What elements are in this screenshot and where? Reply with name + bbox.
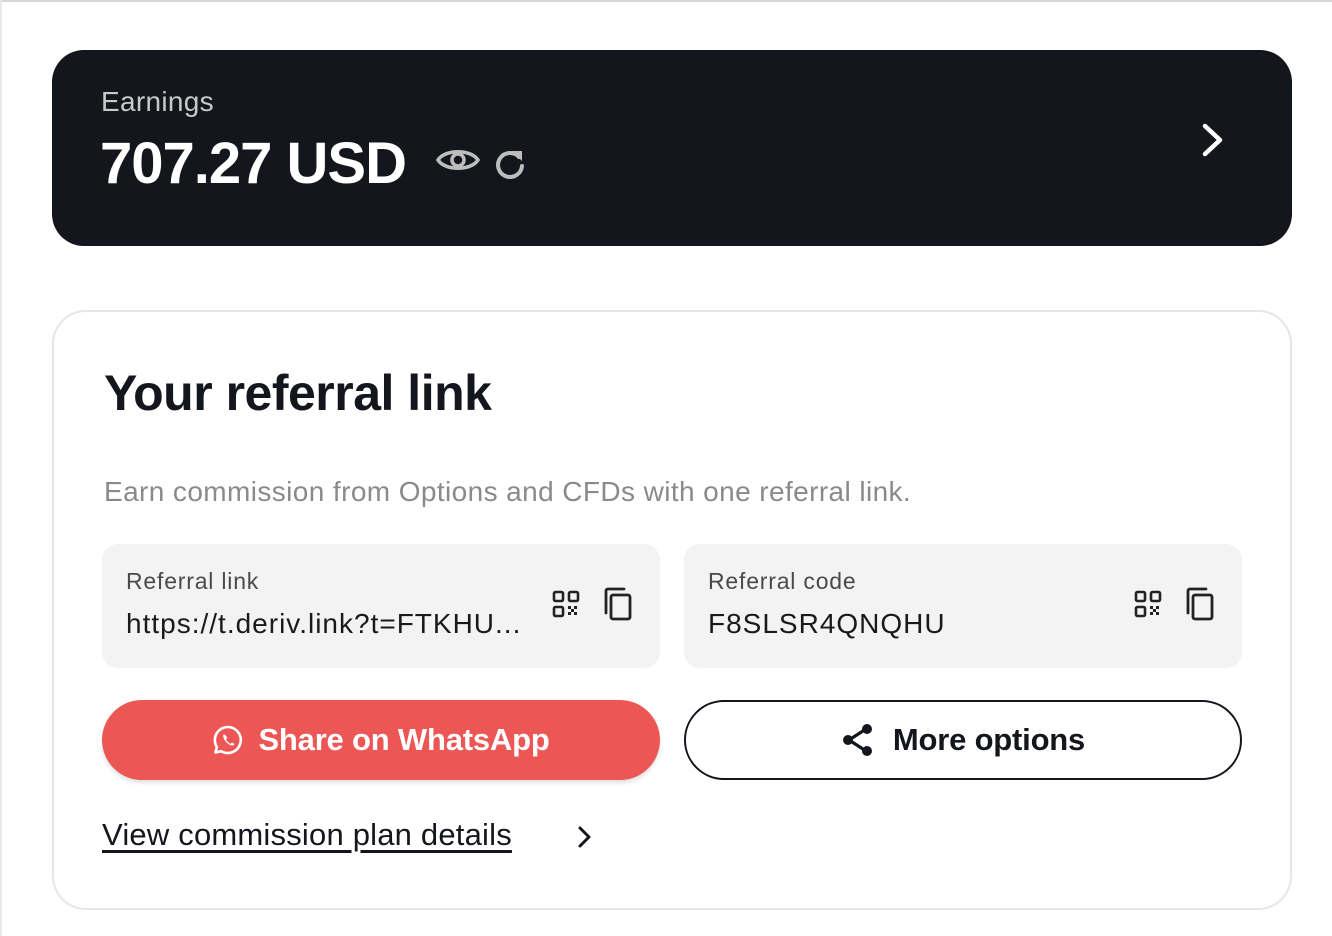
referral-code-field[interactable]: Referral code F8SLSR4QNQHU xyxy=(684,544,1242,668)
earnings-amount: 707.27 USD xyxy=(100,131,407,196)
referral-link-label: Referral link xyxy=(126,568,260,594)
referral-code-label: Referral code xyxy=(708,568,857,594)
share-icon xyxy=(842,724,872,756)
referral-link-field[interactable]: Referral link https://t.deriv.link?t=FTK… xyxy=(102,544,660,668)
view-commission-plan-link[interactable]: View commission plan details xyxy=(102,817,512,853)
refresh-icon[interactable] xyxy=(492,146,528,182)
more-options-button[interactable]: More options xyxy=(684,700,1242,780)
copy-icon[interactable] xyxy=(602,586,634,622)
more-options-label: More options xyxy=(892,722,1086,757)
earnings-card[interactable]: Earnings 707.27 USD xyxy=(52,50,1292,246)
whatsapp-icon xyxy=(214,725,243,755)
referral-link-value[interactable]: https://t.deriv.link?t=FTKHU... xyxy=(126,608,536,640)
chevron-right-icon[interactable] xyxy=(1198,122,1228,158)
referral-card: Your referral link Earn commission from … xyxy=(52,310,1292,910)
window-left-border xyxy=(0,0,2,936)
qr-code-icon[interactable] xyxy=(1134,590,1162,618)
qr-code-icon[interactable] xyxy=(552,590,580,618)
chevron-right-icon[interactable] xyxy=(576,824,594,850)
referral-title: Your referral link xyxy=(104,365,492,421)
eye-icon[interactable] xyxy=(436,145,480,175)
referral-description: Earn commission from Options and CFDs wi… xyxy=(104,476,912,507)
window-top-border xyxy=(0,0,1332,2)
share-whatsapp-button[interactable]: Share on WhatsApp xyxy=(102,700,660,780)
referral-code-value[interactable]: F8SLSR4QNQHU xyxy=(708,608,1118,640)
earnings-label: Earnings xyxy=(101,86,214,117)
copy-icon[interactable] xyxy=(1184,586,1216,622)
share-whatsapp-label: Share on WhatsApp xyxy=(258,722,550,757)
